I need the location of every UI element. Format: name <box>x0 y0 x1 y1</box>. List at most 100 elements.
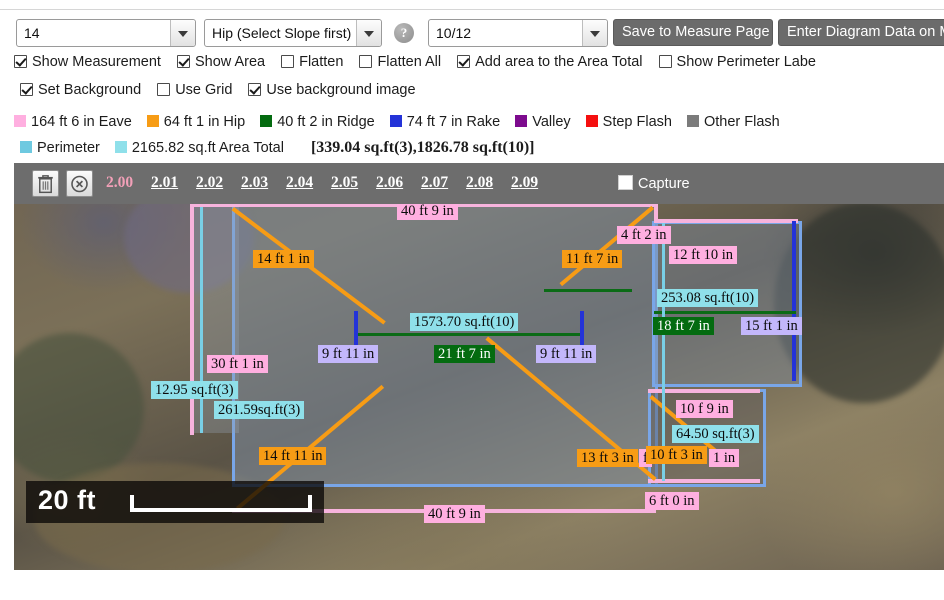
legend-item: 64 ft 1 in Hip <box>146 114 245 130</box>
diagram-measurement-label[interactable]: 40 ft 9 in <box>424 505 485 523</box>
diagram-measurement-label[interactable]: 13 ft 3 in <box>577 449 638 467</box>
legend-label: Valley <box>532 114 571 131</box>
diagram-measurement-label[interactable]: 253.08 sq.ft(10) <box>657 289 759 307</box>
diagram-measurement-label[interactable]: 14 ft 1 in <box>253 250 314 268</box>
scale-bar-ruler <box>130 495 312 512</box>
checkbox-label: Add area to the Area Total <box>475 54 643 71</box>
diagram-measurement-label[interactable]: 9 ft 11 in <box>536 345 597 363</box>
version-link-2-01[interactable]: 2.01 <box>151 174 178 192</box>
diagram-measurement-label[interactable]: 1 in <box>709 449 740 467</box>
options-row-1: Show Measurement Show Area Flatten Flatten … <box>0 54 944 78</box>
version-link-2-09[interactable]: 2.09 <box>511 174 538 192</box>
measurement-count-value: 14 <box>24 25 40 41</box>
option-add-area-to-the-area-total[interactable]: Add area to the Area Total <box>457 54 643 71</box>
option-show-area[interactable]: Show Area <box>176 54 265 70</box>
checkbox-box[interactable] <box>359 55 373 69</box>
diagram-measurement-label[interactable]: 12.95 sq.ft(3) <box>151 381 238 399</box>
roof-left-wing-face[interactable] <box>190 207 239 433</box>
diagram-canvas[interactable]: 40 ft 9 in 14 ft 1 in 11 ft 7 in 4 ft 2 in 1… <box>14 163 944 570</box>
capture-checkbox-box[interactable] <box>618 175 633 190</box>
version-link-2-05[interactable]: 2.05 <box>331 174 358 192</box>
option-set-background[interactable]: Set Background <box>20 82 141 98</box>
checkbox-box[interactable] <box>176 55 190 69</box>
help-icon[interactable]: ? <box>394 23 414 43</box>
roof-measurement-app: 14 Hip (Select Slope first) ? 10/12 Save… <box>0 0 944 600</box>
diagram-measurement-label[interactable]: 1573.70 sq.ft(10) <box>410 313 519 331</box>
option-use-background-image[interactable]: Use background image <box>248 82 416 99</box>
measurement-count-select[interactable]: 14 <box>16 19 196 47</box>
ridge-line-right[interactable] <box>654 311 796 314</box>
save-to-measure-page-button[interactable]: Save to Measure Page <box>613 19 773 46</box>
options-row-2: Set Background Use Grid Use background ima… <box>0 82 944 106</box>
eave-line-left[interactable] <box>190 203 194 435</box>
checkbox-box[interactable] <box>658 55 672 69</box>
diagram-measurement-label[interactable]: 30 ft 1 in <box>207 355 268 373</box>
legend-label: Step Flash <box>602 114 672 131</box>
diagram-measurement-label[interactable]: 12 ft 10 in <box>669 246 738 264</box>
rake-line-right-wing[interactable] <box>792 221 796 381</box>
perimeter-line-right[interactable] <box>662 223 665 481</box>
control-bar: 14 Hip (Select Slope first) ? 10/12 Save… <box>0 19 944 49</box>
chevron-down-icon <box>582 20 607 46</box>
measurement-type-select[interactable]: Hip (Select Slope first) <box>204 19 382 47</box>
version-link-2-08[interactable]: 2.08 <box>466 174 493 192</box>
scale-bar: 20 ft <box>26 481 324 523</box>
legend-label: Other Flash <box>703 114 780 131</box>
diagram-measurement-label[interactable]: 9 ft 11 in <box>318 345 379 363</box>
version-link-2-03[interactable]: 2.03 <box>241 174 268 192</box>
diagram-measurement-label[interactable]: 4 ft 2 in <box>617 226 671 244</box>
legend-swatch <box>260 115 273 128</box>
diagram-measurement-label[interactable]: 14 ft 11 in <box>259 447 327 465</box>
diagram-measurement-label[interactable]: 64.50 sq.ft(3) <box>672 425 759 443</box>
ridge-line-main[interactable] <box>358 333 580 336</box>
diagram-measurement-label[interactable]: 10 ft 3 in <box>646 446 707 464</box>
capture-checkbox[interactable]: Capture <box>618 175 690 192</box>
option-flatten[interactable]: Flatten <box>281 54 343 70</box>
clear-circle-icon[interactable] <box>66 170 93 197</box>
diagram-measurement-label[interactable]: 6 ft 0 in <box>645 492 699 510</box>
scale-bar-label: 20 ft <box>38 485 97 515</box>
legend-row-2: Perimeter 2165.82 sq.ft Area Total [339.04… <box>0 139 944 157</box>
eave-line-right-top[interactable] <box>654 219 798 223</box>
version-link-2-07[interactable]: 2.07 <box>421 174 448 192</box>
trash-icon[interactable] <box>32 170 59 197</box>
checkbox-box[interactable] <box>248 83 262 97</box>
diagram-measurement-label[interactable]: 18 ft 7 in <box>653 317 714 335</box>
checkbox-label: Use background image <box>266 82 416 99</box>
version-link-2-04[interactable]: 2.04 <box>286 174 313 192</box>
checkbox-box[interactable] <box>14 55 27 69</box>
option-show-measurement[interactable]: Show Measurement <box>14 54 161 70</box>
checkbox-box[interactable] <box>457 55 471 69</box>
diagram-measurement-label[interactable]: 261.59sq.ft(3) <box>214 401 305 419</box>
legend-row-1: 164 ft 6 in Eave 64 ft 1 in Hip 40 ft 2 in… <box>0 114 944 130</box>
diagram-measurement-label[interactable]: 10 f 9 in <box>676 400 733 418</box>
checkbox-label: Flatten <box>299 54 344 71</box>
legend-item: Step Flash <box>585 114 672 131</box>
diagram-measurement-label[interactable]: 11 ft 7 in <box>562 250 623 268</box>
ridge-line-upper[interactable] <box>544 289 632 292</box>
enter-diagram-data-button[interactable]: Enter Diagram Data on M <box>778 19 944 46</box>
version-link-2-06[interactable]: 2.06 <box>376 174 403 192</box>
legend-label: 2165.82 sq.ft Area Total <box>131 140 284 157</box>
measurement-type-value: Hip (Select Slope first) <box>212 25 352 41</box>
legend-item: 74 ft 7 in Rake <box>389 114 500 130</box>
perimeter-line-left[interactable] <box>200 207 203 433</box>
option-use-grid[interactable]: Use Grid <box>157 82 232 98</box>
version-link-2-02[interactable]: 2.02 <box>196 174 223 192</box>
diagram-measurement-label[interactable]: 15 ft 1 in <box>741 317 802 335</box>
version-link-2-00[interactable]: 2.00 <box>106 174 133 192</box>
checkbox-label: Set Background <box>38 82 142 99</box>
option-flatten-all[interactable]: Flatten All <box>359 54 441 70</box>
checkbox-label: Show Perimeter Labe <box>676 54 816 71</box>
pitch-select[interactable]: 10/12 <box>428 19 608 47</box>
diagram-measurement-label[interactable]: 21 ft 7 in <box>434 345 495 363</box>
checkbox-box[interactable] <box>281 55 295 69</box>
legend-item: 40 ft 2 in Ridge <box>260 114 375 130</box>
checkbox-box[interactable] <box>20 83 33 97</box>
diagram-measurement-label[interactable]: 40 ft 9 in <box>397 202 458 220</box>
legend-swatch <box>515 115 528 128</box>
option-show-perimeter-labe[interactable]: Show Perimeter Labe <box>658 54 816 71</box>
checkbox-box[interactable] <box>157 83 171 97</box>
checkbox-label: Use Grid <box>175 82 233 99</box>
legend-swatch <box>14 115 26 128</box>
